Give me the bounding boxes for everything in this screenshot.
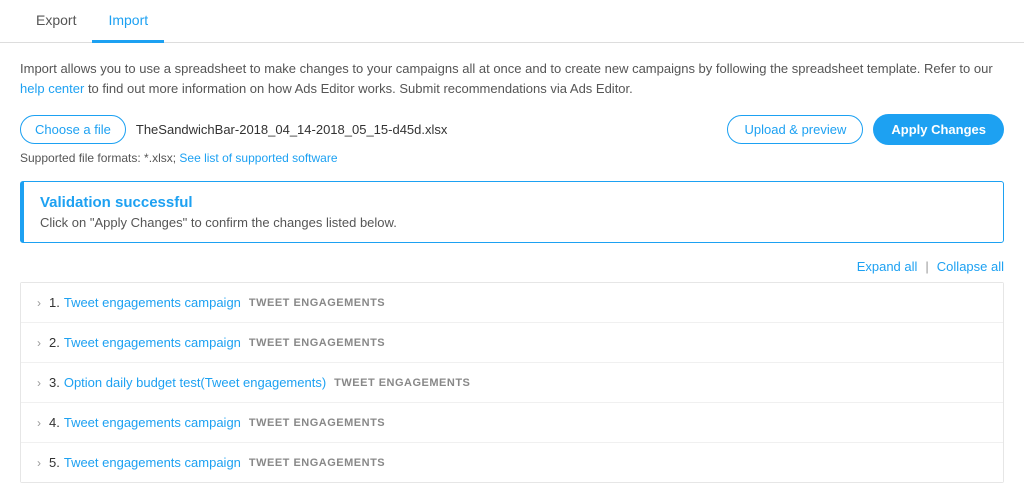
- campaign-number: 4.: [49, 415, 60, 430]
- campaign-name-link[interactable]: Tweet engagements campaign: [64, 335, 241, 350]
- chevron-right-icon: ›: [37, 296, 41, 310]
- expand-collapse-row: Expand all | Collapse all: [20, 259, 1004, 274]
- campaign-type-badge: TWEET ENGAGEMENTS: [334, 377, 470, 389]
- supported-text: Supported file formats: *.xlsx;: [20, 151, 179, 165]
- campaign-item[interactable]: › 1. Tweet engagements campaign TWEET ENGAG…: [21, 283, 1003, 323]
- supported-formats: Supported file formats: *.xlsx; See list…: [20, 151, 1004, 165]
- tab-import[interactable]: Import: [92, 0, 164, 43]
- campaign-item[interactable]: › 3. Option daily budget test(Tweet engage…: [21, 363, 1003, 403]
- chevron-right-icon: ›: [37, 336, 41, 350]
- description-after-link: to find out more information on how Ads …: [84, 81, 632, 96]
- collapse-all-button[interactable]: Collapse all: [937, 259, 1004, 274]
- campaign-item[interactable]: › 4. Tweet engagements campaign TWEET ENGAG…: [21, 403, 1003, 443]
- campaign-type-badge: TWEET ENGAGEMENTS: [249, 297, 385, 309]
- campaign-name-link[interactable]: Tweet engagements campaign: [64, 455, 241, 470]
- chevron-right-icon: ›: [37, 376, 41, 390]
- expand-collapse-divider: |: [925, 259, 928, 274]
- main-content: Import allows you to use a spreadsheet t…: [0, 59, 1024, 483]
- chevron-right-icon: ›: [37, 416, 41, 430]
- file-row: Choose a file TheSandwichBar-2018_04_14-…: [20, 114, 1004, 145]
- validation-title: Validation successful: [40, 194, 987, 211]
- validation-subtitle: Click on "Apply Changes" to confirm the …: [40, 215, 987, 230]
- campaign-type-badge: TWEET ENGAGEMENTS: [249, 457, 385, 469]
- campaign-name-link[interactable]: Tweet engagements campaign: [64, 415, 241, 430]
- file-row-left: Choose a file TheSandwichBar-2018_04_14-…: [20, 115, 447, 144]
- description-text: Import allows you to use a spreadsheet t…: [20, 59, 1004, 98]
- tabs-bar: Export Import: [0, 0, 1024, 43]
- chevron-right-icon: ›: [37, 456, 41, 470]
- upload-preview-button[interactable]: Upload & preview: [727, 115, 863, 144]
- choose-file-button[interactable]: Choose a file: [20, 115, 126, 144]
- campaign-name-link[interactable]: Option daily budget test(Tweet engagemen…: [64, 375, 326, 390]
- campaign-name-link[interactable]: Tweet engagements campaign: [64, 295, 241, 310]
- tab-export[interactable]: Export: [20, 0, 92, 43]
- apply-changes-button[interactable]: Apply Changes: [873, 114, 1004, 145]
- validation-box: Validation successful Click on "Apply Ch…: [20, 181, 1004, 243]
- help-center-link[interactable]: help center: [20, 81, 84, 96]
- file-name-label: TheSandwichBar-2018_04_14-2018_05_15-d45…: [136, 122, 448, 137]
- campaign-type-badge: TWEET ENGAGEMENTS: [249, 417, 385, 429]
- campaign-number: 5.: [49, 455, 60, 470]
- supported-software-link[interactable]: See list of supported software: [179, 151, 337, 165]
- file-row-right: Upload & preview Apply Changes: [727, 114, 1004, 145]
- campaign-type-badge: TWEET ENGAGEMENTS: [249, 337, 385, 349]
- description-before-link: Import allows you to use a spreadsheet t…: [20, 61, 993, 76]
- campaign-number: 2.: [49, 335, 60, 350]
- campaign-item[interactable]: › 5. Tweet engagements campaign TWEET ENGAG…: [21, 443, 1003, 482]
- campaign-number: 3.: [49, 375, 60, 390]
- campaign-item[interactable]: › 2. Tweet engagements campaign TWEET ENGAG…: [21, 323, 1003, 363]
- campaign-list: › 1. Tweet engagements campaign TWEET ENGAG…: [20, 282, 1004, 483]
- expand-all-button[interactable]: Expand all: [857, 259, 918, 274]
- campaign-number: 1.: [49, 295, 60, 310]
